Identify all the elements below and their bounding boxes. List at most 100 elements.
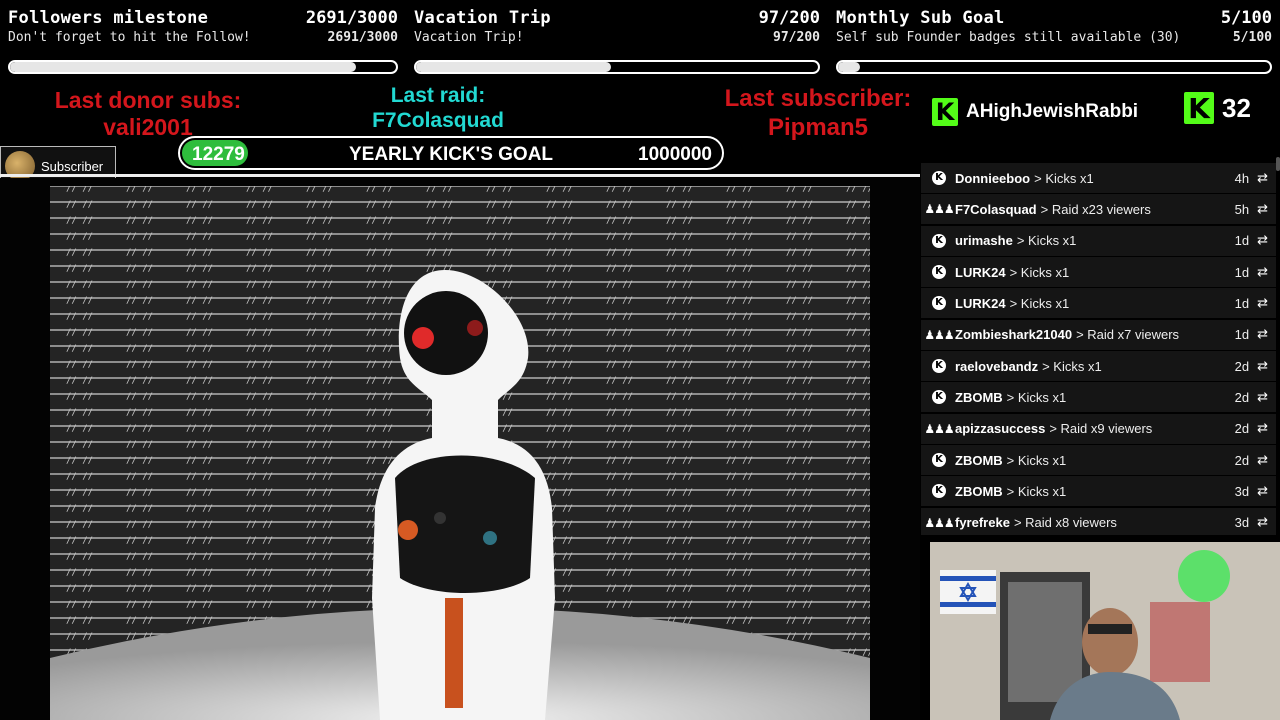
feed-action: > Kicks x1 (1006, 483, 1067, 499)
feed-time: 1d (1234, 327, 1250, 343)
feed-row[interactable]: ♟♟♟ fyrefreke > Raid x8 viewers 3d ⇄ (921, 507, 1276, 535)
last-subscriber-name: Pipman5 (767, 114, 869, 141)
replay-icon[interactable]: ⇄ (1257, 390, 1268, 405)
feed-row[interactable]: Kurimashe > Kicks x1 1d ⇄ (921, 225, 1276, 256)
feed-row[interactable]: K ZBOMB > Kicks x1 3d ⇄ (921, 476, 1276, 507)
replay-icon[interactable]: ⇄ (1257, 202, 1268, 217)
kick-icon: K (931, 295, 947, 311)
goal-title: Monthly Sub Goal (836, 8, 1005, 28)
feed-row[interactable]: K ZBOMB > Kicks x1 2d ⇄ (921, 445, 1276, 476)
replay-icon[interactable]: ⇄ (1257, 421, 1268, 436)
goal-count-small: 97/200 (773, 30, 820, 45)
followers-goal: Followers milestone 2691/3000 Don't forg… (8, 6, 398, 76)
feed-name: LURK24 (955, 295, 1006, 311)
feed-name: ZBOMB (955, 483, 1003, 499)
last-raid-label: Last raid: (390, 84, 486, 107)
kick-count: K 32 (1184, 92, 1251, 125)
feed-action: > Raid x8 viewers (1013, 515, 1117, 531)
last-donor-subs: Last donor subs: vali2001 (40, 87, 256, 141)
main-video: // // (0, 178, 920, 720)
feed-time: 5h (1234, 201, 1250, 217)
kick-user: K AHighJewishRabbi (932, 96, 1138, 128)
feed-action: > Kicks x1 (1009, 295, 1070, 311)
webcam-frame-illustration (930, 542, 1280, 720)
feed-action: > Kicks x1 (1006, 389, 1067, 405)
feed-name: apizzasuccess (955, 421, 1046, 437)
raid-icon: ♟♟♟ (924, 327, 954, 342)
feed-row[interactable]: ♟♟♟ Zombieshark21040 > Raid x7 viewers 1d ⇄ (921, 319, 1276, 350)
feed-row[interactable]: K Donnieeboo > Kicks x1 4h ⇄ (921, 163, 1276, 193)
feed-action: > Kicks x1 (1009, 264, 1070, 280)
goal-subtitle: Self sub Founder badges still available … (836, 30, 1181, 45)
feed-row[interactable]: K LURK24 > Kicks x1 1d ⇄ (921, 257, 1276, 288)
yearly-goal-target: 1000000 (638, 144, 712, 165)
raid-icon: ♟♟♟ (924, 202, 954, 217)
kick-count-value: 32 (1222, 92, 1251, 123)
feed-row[interactable]: K LURK24 > Kicks x1 1d ⇄ (921, 288, 1276, 319)
feed-name: LURK24 (955, 264, 1006, 280)
feed-time: 3d (1234, 515, 1250, 531)
replay-icon[interactable]: ⇄ (1257, 359, 1268, 374)
goal-progress-bar (8, 60, 398, 74)
feed-time: 2d (1234, 421, 1250, 437)
feed-time: 1d (1234, 233, 1250, 249)
feed-name: Zombieshark21040 (955, 327, 1073, 343)
goal-count-small: 5/100 (1232, 30, 1272, 45)
goal-subtitle: Don't forget to hit the Follow! (8, 30, 251, 45)
last-raid: Last raid: F7Colasquad (348, 83, 528, 133)
activity-feed[interactable]: K Donnieeboo > Kicks x1 4h ⇄ ♟♟♟ F7Colasquad > … (921, 163, 1276, 535)
goal-progress-bar (414, 60, 820, 74)
goal-progress-fill (838, 62, 860, 72)
feed-action: > Raid x7 viewers (1076, 327, 1180, 343)
feed-name: ZBOMB (955, 452, 1003, 468)
feed-row[interactable]: ♟♟♟ apizzasuccess > Raid x9 viewers 2d ⇄ (921, 413, 1276, 444)
kick-icon: K (931, 483, 947, 499)
replay-icon[interactable]: ⇄ (1257, 265, 1268, 280)
replay-icon[interactable]: ⇄ (1257, 515, 1268, 530)
replay-icon[interactable]: ⇄ (1257, 171, 1268, 186)
feed-name: raelovebandz (955, 358, 1039, 374)
last-donor-label: Last donor subs: (54, 87, 242, 113)
replay-icon[interactable]: ⇄ (1257, 233, 1268, 248)
kick-logo-icon: K (1184, 92, 1214, 125)
goal-count-small: 2691/3000 (327, 30, 398, 45)
feed-time: 2d (1234, 452, 1250, 468)
feed-action: > Kicks x1 (1016, 233, 1077, 249)
feed-time: 4h (1234, 170, 1250, 186)
feed-name: urimashe (955, 233, 1013, 249)
feed-row[interactable]: Kraelovebandz > Kicks x1 2d ⇄ (921, 351, 1276, 382)
feed-action: > Kicks x1 (1034, 170, 1094, 186)
feed-action: > Raid x9 viewers (1049, 421, 1153, 437)
feed-row[interactable]: K ZBOMB > Kicks x1 2d ⇄ (921, 382, 1276, 413)
raid-icon: ♟♟♟ (924, 421, 954, 436)
feed-name: fyrefreke (955, 515, 1010, 531)
feed-action: > Raid x23 viewers (1040, 201, 1151, 217)
replay-icon[interactable]: ⇄ (1257, 484, 1268, 499)
goal-count: 5/100 (1220, 8, 1272, 28)
replay-icon[interactable]: ⇄ (1257, 327, 1268, 342)
goal-progress-bar (836, 60, 1272, 74)
last-subscriber-label: Last subscriber: (724, 85, 912, 112)
raid-icon: ♟♟♟ (924, 515, 954, 530)
kick-username: AHighJewishRabbi (966, 101, 1139, 122)
feed-row[interactable]: ♟♟♟ F7Colasquad > Raid x23 viewers 5h ⇄ (921, 194, 1276, 225)
replay-icon[interactable]: ⇄ (1257, 453, 1268, 468)
subscriber-label: Subscriber (41, 158, 104, 174)
feed-time: 3d (1234, 483, 1250, 499)
feed-time: 1d (1234, 264, 1250, 280)
goal-subtitle: Vacation Trip! (414, 30, 524, 45)
feed-scrollbar[interactable] (1276, 157, 1280, 171)
kick-icon: K (931, 233, 947, 249)
monthly-sub-goal: Monthly Sub Goal 5/100 Self sub Founder … (836, 6, 1272, 76)
kick-icon: K (931, 452, 947, 468)
feed-time: 2d (1234, 389, 1250, 405)
feed-time: 1d (1234, 295, 1250, 311)
kick-icon: K (931, 264, 947, 280)
replay-icon[interactable]: ⇄ (1257, 296, 1268, 311)
goal-title: Vacation Trip (414, 8, 551, 28)
goal-progress-fill (10, 62, 357, 72)
video-frame-illustration: // // (0, 178, 920, 720)
kick-icon: K (931, 358, 947, 374)
last-subscriber: Last subscriber: Pipman5 (708, 84, 928, 142)
divider-line (0, 174, 920, 177)
